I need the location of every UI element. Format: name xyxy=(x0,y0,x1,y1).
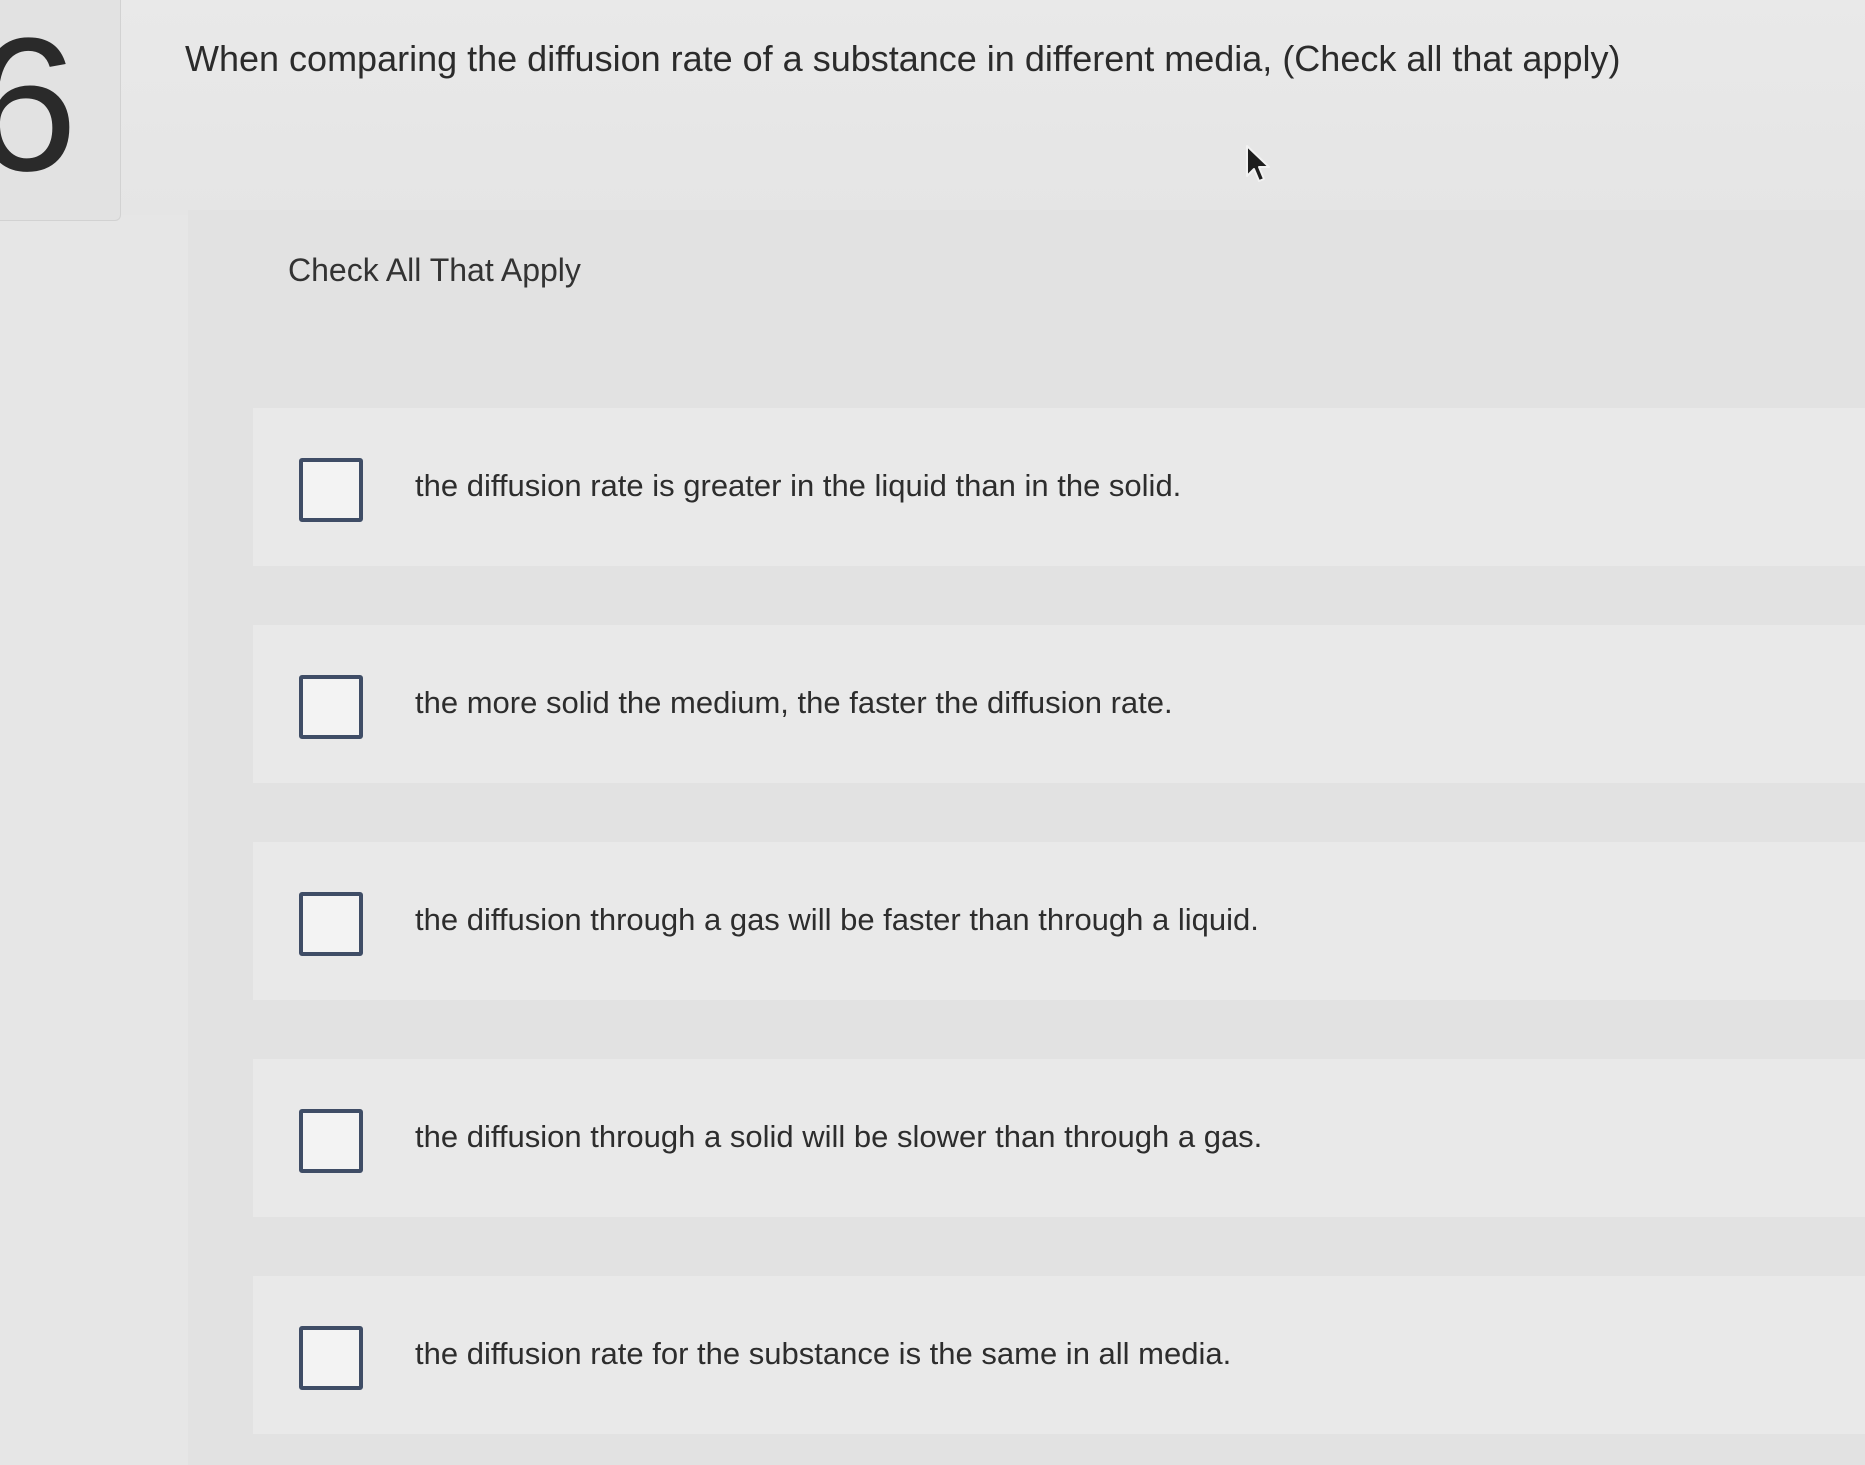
answer-option[interactable]: the diffusion through a gas will be fast… xyxy=(253,842,1865,1000)
answer-option[interactable]: the more solid the medium, the faster th… xyxy=(253,625,1865,783)
instructions-label: Check All That Apply xyxy=(288,252,581,288)
answer-option[interactable]: the diffusion rate for the substance is … xyxy=(253,1276,1865,1434)
option-label: the diffusion through a solid will be sl… xyxy=(415,1119,1263,1154)
option-label: the more solid the medium, the faster th… xyxy=(415,685,1173,720)
question-number: 6 xyxy=(0,10,78,200)
answer-option[interactable]: the diffusion rate is greater in the liq… xyxy=(253,408,1865,566)
option-checkbox[interactable] xyxy=(299,1326,363,1390)
option-label: the diffusion rate is greater in the liq… xyxy=(415,468,1182,503)
question-number-tile: 6 xyxy=(0,0,121,221)
answer-option[interactable]: the diffusion through a solid will be sl… xyxy=(253,1059,1865,1217)
answer-panel: Check All That Apply the diffusion rate … xyxy=(188,210,1865,1465)
option-checkbox[interactable] xyxy=(299,458,363,522)
option-checkbox[interactable] xyxy=(299,1109,363,1173)
question-prompt: When comparing the diffusion rate of a s… xyxy=(185,38,1621,79)
option-label: the diffusion rate for the substance is … xyxy=(415,1336,1232,1371)
question-header: 6 When comparing the diffusion rate of a… xyxy=(0,0,1865,221)
option-checkbox[interactable] xyxy=(299,675,363,739)
mouse-cursor-icon xyxy=(1246,145,1270,182)
option-checkbox[interactable] xyxy=(299,892,363,956)
option-label: the diffusion through a gas will be fast… xyxy=(415,902,1259,937)
